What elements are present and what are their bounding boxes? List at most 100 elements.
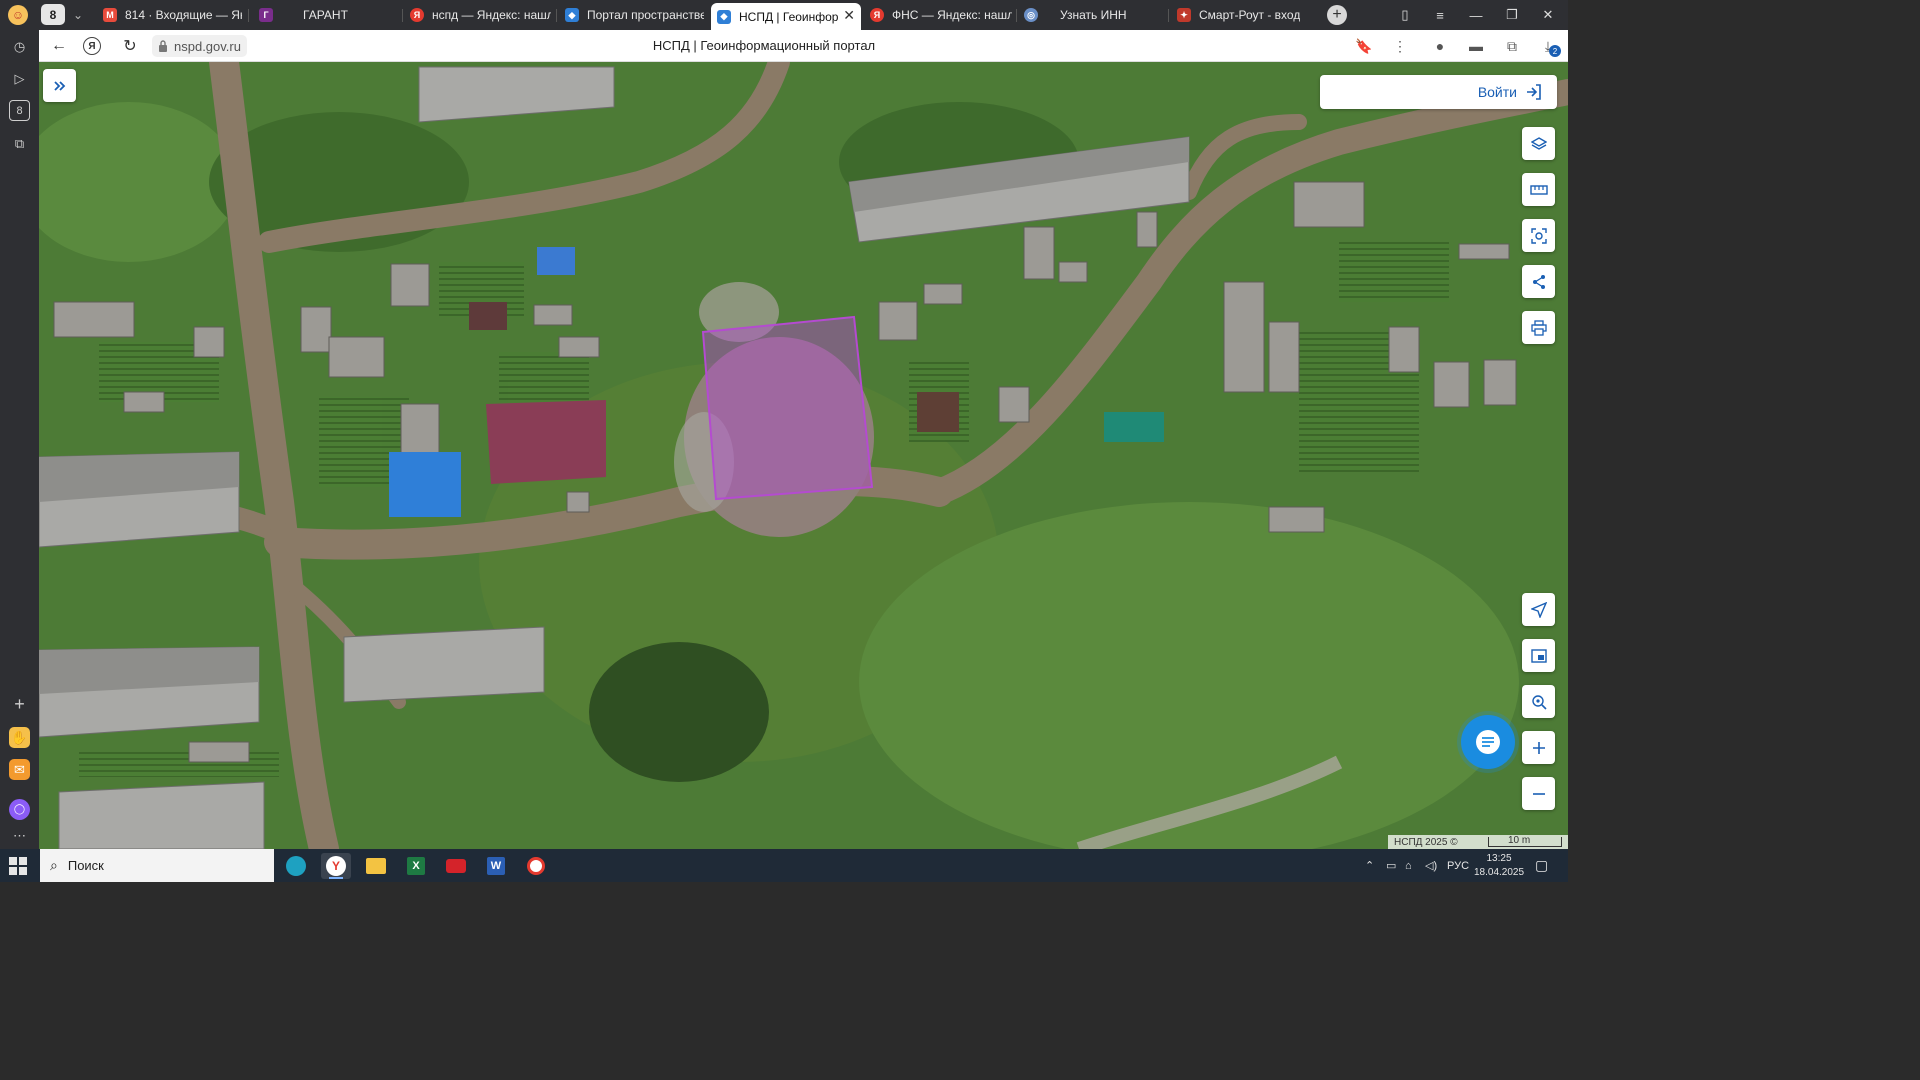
tab-smart-route[interactable]: ✦ Смарт-Роут - вход [1171,3,1321,27]
search-icon: ⌕ [50,857,58,873]
area-select-icon [1530,227,1547,244]
menu-icon[interactable]: ≡ [1427,4,1453,26]
measure-button[interactable] [1522,173,1555,206]
locate-icon [1530,601,1547,618]
extension-icon[interactable]: ● [1430,36,1450,56]
explorer-app[interactable] [361,853,391,879]
kebab-menu-icon[interactable]: ⋮ [1390,36,1410,56]
scale-label: 10 m [1508,835,1531,846]
downloads-badge: 2 [1549,45,1561,57]
scale-bar: НСПД 2025 © 10 m [1388,835,1568,849]
tab-yandex-search-fns[interactable]: Я ФНС — Яндекс: нашлось [864,3,1012,27]
chevron-down-icon[interactable]: ⌄ [67,4,89,25]
widget-icon[interactable]: ✋ [9,727,30,748]
print-button[interactable] [1522,311,1555,344]
ruler-icon [1529,184,1548,195]
fns-icon: ◎ [1024,8,1038,22]
selected-parcel[interactable] [701,315,874,501]
tab-bar: ☺ 8 ⌄ M 814 · Входящие — Яндекс Почта Г … [0,0,1568,30]
reader-app[interactable] [441,853,471,879]
login-button[interactable]: Войти [1320,75,1557,109]
geo-search-button[interactable] [1522,685,1555,718]
network-icon[interactable]: ⌂ [1405,849,1412,882]
edge-icon [286,856,306,876]
expand-panel-button[interactable] [43,69,76,102]
minimize-button[interactable]: — [1463,4,1489,26]
layers-button[interactable] [1522,127,1555,160]
layers-icon [1530,136,1547,150]
add-panel-icon[interactable]: + [9,694,30,715]
alice-icon[interactable]: ◯ [9,799,30,820]
garant-icon: Г [259,8,273,22]
mail-icon: M [103,8,117,22]
locate-button[interactable] [1522,593,1555,626]
pinned-app[interactable] [521,853,551,879]
mail-icon[interactable]: ✉ [9,759,30,780]
more-icon[interactable]: ⋯ [9,825,30,846]
portal-icon: ◆ [565,8,579,22]
new-tab-button[interactable]: + [1327,5,1347,25]
yandex-browser-icon: Y [326,856,346,876]
battery-icon[interactable]: ▭ [1386,849,1396,882]
bookmarks-panel-icon[interactable]: ▯ [1392,4,1418,26]
smart-route-icon: ✦ [1177,8,1191,22]
reader-icon [446,859,466,873]
tray-overflow-icon[interactable]: ⌃ [1365,849,1374,882]
chat-button[interactable] [1461,715,1515,769]
minimap-icon [1530,648,1547,663]
yandex-browser-app[interactable]: Y [321,853,351,879]
share-button[interactable] [1522,265,1555,298]
play-icon[interactable]: ▷ [9,68,30,89]
close-tab-icon[interactable]: ✕ [843,7,855,24]
tab-nspd-active[interactable]: ◆ НСПД | Геоинформационный портал ✕ [711,3,861,30]
excel-icon: X [407,857,425,875]
tab-yandex-search-nspd[interactable]: Я нспд — Яндекс: нашлось [404,3,551,27]
tab-count-button[interactable]: 8 [41,4,65,25]
aerial-imagery[interactable] [39,62,1568,849]
taskbar-search[interactable]: ⌕ Поиск [40,849,274,882]
taskbar: ⌕ Поиск Y X W ⌃ ▭ ⌂ ◁) РУС 13:25 18.04.2… [0,849,1568,882]
minimap-button[interactable] [1522,639,1555,672]
double-chevron-right-icon [53,80,65,91]
tab-spatial-portal[interactable]: ◆ Портал пространственных данных [559,3,704,27]
browser-sidebar: ◷ ▷ 8 ⧉ + ✋ ✉ ◯ ⋯ [0,30,39,849]
chat-icon [1476,730,1500,754]
tabs-counter-icon[interactable]: 8 [9,100,30,121]
yandex-icon: Я [870,8,884,22]
history-icon[interactable]: ◷ [9,36,30,57]
page-title: НСПД | Геоинформационный портал [652,38,876,53]
edge-app[interactable] [281,853,311,879]
collections-icon[interactable]: ⧉ [1502,36,1522,56]
zoom-out-button[interactable] [1522,777,1555,810]
zoom-in-button[interactable] [1522,731,1555,764]
folder-icon [366,858,386,874]
tab-mail[interactable]: M 814 · Входящие — Яндекс Почта [97,3,242,27]
print-icon [1530,319,1547,336]
restore-button[interactable]: ❐ [1499,4,1525,26]
tab-garant[interactable]: Г ГАРАНТ [253,3,398,27]
close-window-button[interactable]: ✕ [1535,4,1561,26]
protect-icon[interactable]: ▬ [1466,36,1486,56]
word-icon: W [487,857,505,875]
profile-icon: ☺ [8,5,28,25]
notifications-icon[interactable]: ▢ [1535,849,1548,882]
language-indicator[interactable]: РУС [1447,849,1469,882]
bookmark-icon[interactable]: 🔖 [1354,36,1374,56]
screenshot-icon[interactable]: ⧉ [9,133,30,154]
attribution: НСПД 2025 © [1394,836,1458,848]
share-icon [1532,274,1545,289]
area-select-button[interactable] [1522,219,1555,252]
login-icon [1527,84,1541,100]
tab-inn[interactable]: ◎ Узнать ИНН [1018,3,1163,27]
windows-start-icon[interactable] [9,857,27,875]
portal-icon: ◆ [717,9,731,24]
excel-app[interactable]: X [401,853,431,879]
zoom-out-icon [1532,792,1545,795]
clock[interactable]: 13:25 18.04.2025 [1474,852,1524,880]
volume-icon[interactable]: ◁) [1425,849,1437,882]
profile-avatar[interactable]: ☺ [6,4,30,26]
word-app[interactable]: W [481,853,511,879]
app-icon [527,857,545,875]
map-viewport[interactable]: Войти НСПД 2025 © 10 m [39,62,1568,849]
address-bar: ← Я ↻ nspd.gov.ru НСПД | Геоинформационн… [39,30,1568,62]
